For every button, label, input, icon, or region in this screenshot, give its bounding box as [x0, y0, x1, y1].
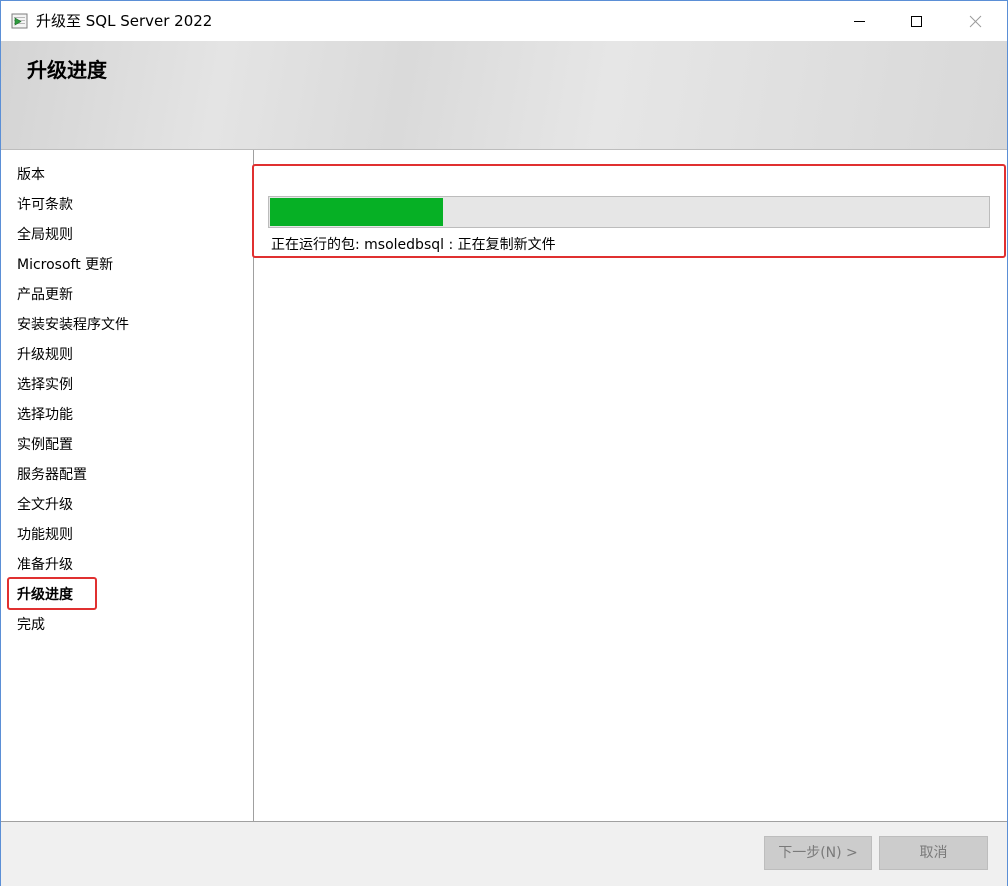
setup-icon	[11, 12, 29, 30]
active-step-highlight	[7, 577, 97, 610]
page-title: 升级进度	[27, 58, 107, 82]
minimize-button[interactable]	[830, 1, 888, 41]
maximize-button[interactable]	[888, 1, 946, 41]
close-button[interactable]	[946, 1, 1004, 41]
sidebar-item[interactable]: 许可条款	[17, 194, 129, 224]
window-title: 升级至 SQL Server 2022	[36, 12, 213, 30]
sidebar-item[interactable]: 实例配置	[17, 434, 129, 464]
cancel-button[interactable]: 取消	[879, 836, 988, 870]
minimize-icon	[854, 21, 865, 22]
sidebar-item[interactable]: 全文升级	[17, 494, 129, 524]
steps-sidebar: 版本 许可条款 全局规则 Microsoft 更新 产品更新 安装安装程序文件 升级规则 选择…	[1, 150, 253, 821]
status-text: 正在运行的包: msoledbsql : 正在复制新文件	[271, 237, 556, 253]
setup-window: 升级至 SQL Server 2022 升级进度 版本 许可条款 全局规则 Micro…	[0, 0, 1008, 886]
sidebar-item[interactable]: 功能规则	[17, 524, 129, 554]
progress-panel: 正在运行的包: msoledbsql : 正在复制新文件	[252, 150, 1007, 821]
progress-bar	[268, 196, 990, 228]
sidebar-item[interactable]: 选择实例	[17, 374, 129, 404]
next-button[interactable]: 下一步(N) >	[764, 836, 872, 870]
sidebar-item[interactable]: 全局规则	[17, 224, 129, 254]
footer-bar: 下一步(N) > 取消	[1, 821, 1007, 886]
maximize-icon	[911, 16, 922, 27]
progress-fill	[270, 198, 443, 226]
page-header: 升级进度	[1, 41, 1007, 150]
sidebar-item[interactable]: 安装安装程序文件	[17, 314, 129, 344]
sidebar-item[interactable]: 选择功能	[17, 404, 129, 434]
sidebar-item[interactable]: 产品更新	[17, 284, 129, 314]
sidebar-item[interactable]: 服务器配置	[17, 464, 129, 494]
close-icon	[969, 15, 982, 28]
sidebar-item[interactable]: 版本	[17, 164, 129, 194]
sidebar-item[interactable]: 升级规则	[17, 344, 129, 374]
title-bar: 升级至 SQL Server 2022	[1, 1, 1007, 41]
sidebar-item[interactable]: 完成	[17, 614, 129, 644]
sidebar-item[interactable]: Microsoft 更新	[17, 254, 129, 284]
steps-list: 版本 许可条款 全局规则 Microsoft 更新 产品更新 安装安装程序文件 升级规则 选择…	[17, 164, 129, 644]
